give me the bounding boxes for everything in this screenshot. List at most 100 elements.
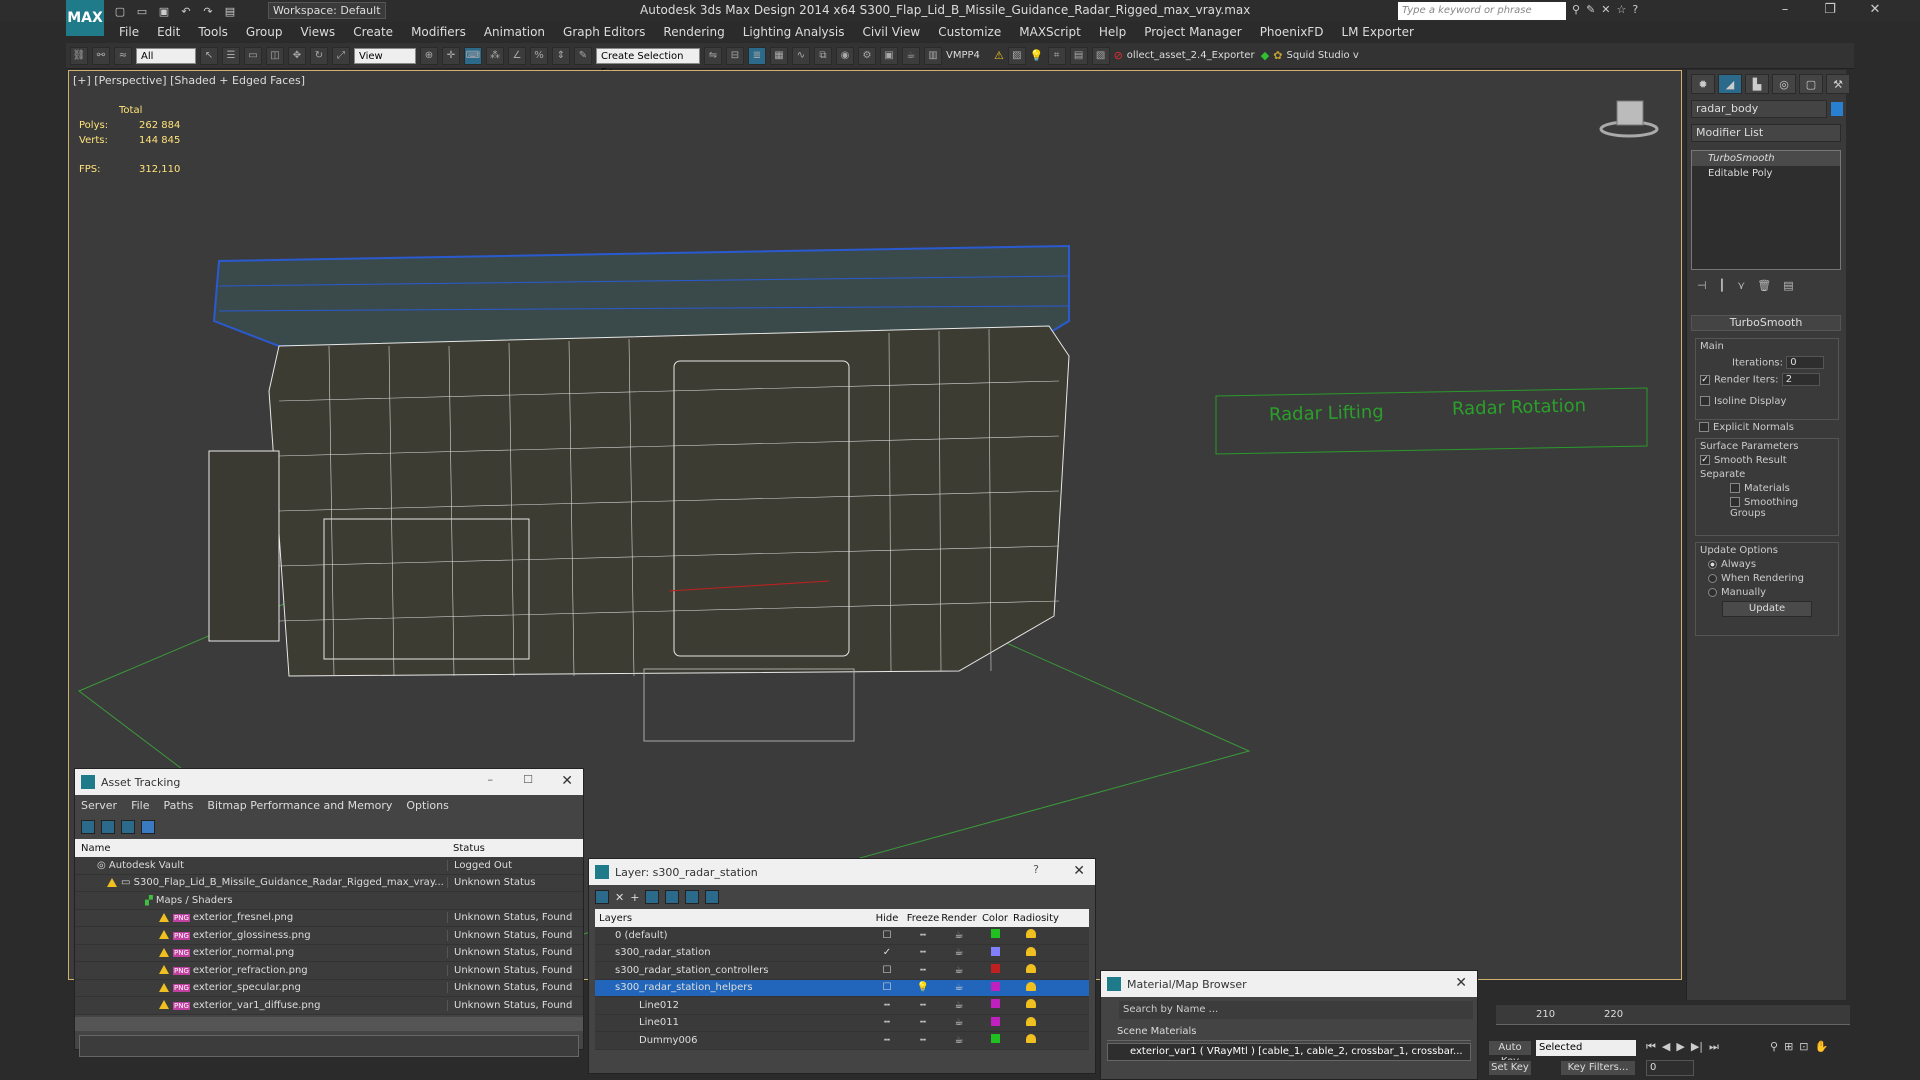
menu-paths[interactable]: Paths: [164, 799, 194, 812]
delete-layer-icon[interactable]: ✕: [615, 891, 624, 904]
scale-icon[interactable]: ⤢: [332, 46, 350, 65]
go-to-start-icon[interactable]: ⏮: [1646, 1040, 1656, 1054]
layer-row-selected[interactable]: s300_radar_station_helpers ☐ 💡 ☕: [595, 979, 1089, 997]
horizontal-scrollbar[interactable]: [75, 1016, 583, 1031]
menu-edit[interactable]: Edit: [148, 25, 189, 39]
table-view-icon[interactable]: [141, 820, 155, 834]
table-row[interactable]: PNG exterior_var1_diffuse.png Unknown Stat…: [75, 997, 583, 1015]
keyword-search-input[interactable]: Type a keyword or phrase: [1398, 2, 1566, 20]
table-row[interactable]: PNG exterior_glossiness.png Unknown Status…: [75, 927, 583, 945]
app-logo[interactable]: MAX: [66, 0, 104, 36]
layer-color-swatch[interactable]: [990, 946, 1000, 956]
layer-help-button[interactable]: ?: [1033, 863, 1039, 876]
close-window-button[interactable]: ✕: [1860, 2, 1890, 17]
menu-options[interactable]: Options: [406, 799, 448, 812]
plugin-tool-icon[interactable]: ▧: [1091, 46, 1110, 65]
menu-phoenixfd[interactable]: PhoenixFD: [1251, 25, 1333, 39]
link-icon[interactable]: ⛓: [70, 46, 88, 65]
dialog-minimize-button[interactable]: –: [488, 773, 494, 786]
table-row[interactable]: ▞ Maps / Shaders: [75, 892, 583, 910]
layer-close-button[interactable]: ✕: [1073, 863, 1085, 879]
layer-row[interactable]: s300_radar_station_controllers ☐ ┅ ☕: [595, 962, 1089, 980]
always-radio[interactable]: [1708, 559, 1717, 569]
turbosmooth-rollout-header[interactable]: TurboSmooth: [1691, 315, 1841, 331]
freeze-toggle[interactable]: ┅: [905, 930, 941, 941]
layer-color-swatch[interactable]: [990, 999, 1000, 1009]
tools-icon[interactable]: ✎: [1586, 3, 1595, 16]
menu-maxscript[interactable]: MAXScript: [1010, 25, 1090, 39]
render-toggle[interactable]: ☕: [941, 947, 977, 958]
render-toggle[interactable]: ☕: [941, 1035, 977, 1046]
menu-tools[interactable]: Tools: [189, 25, 237, 39]
layer-manager-icon[interactable]: ≣: [748, 46, 766, 65]
render-iters-checkbox[interactable]: ✓: [1700, 374, 1710, 385]
isoline-display-checkbox[interactable]: [1700, 396, 1710, 406]
render-production-icon[interactable]: ☕: [902, 46, 920, 65]
schematic-view-icon[interactable]: ⧉: [814, 46, 832, 65]
binoculars-icon[interactable]: ⚲: [1572, 3, 1580, 16]
select-by-name-icon[interactable]: ☰: [222, 46, 240, 65]
curve-editor-icon[interactable]: ∿: [792, 46, 810, 65]
new-file-icon[interactable]: ▢: [110, 2, 130, 20]
list-view-icon[interactable]: [101, 820, 115, 834]
layer-row[interactable]: Line012 ┅ ┅ ☕: [595, 997, 1089, 1015]
exchange-icon[interactable]: ✕: [1601, 3, 1610, 16]
minimize-button[interactable]: –: [1770, 2, 1800, 17]
layer-color-swatch[interactable]: [990, 964, 1000, 974]
edit-named-selection-icon[interactable]: ✎: [574, 46, 592, 65]
angle-snap-icon[interactable]: ∠: [508, 46, 526, 65]
set-key-button[interactable]: Set Key: [1488, 1060, 1532, 1076]
play-icon[interactable]: ▶: [1676, 1040, 1684, 1054]
radar-lifting-label[interactable]: Radar Lifting: [1269, 402, 1384, 426]
squid-studio-label[interactable]: Squid Studio v: [1286, 50, 1358, 61]
iterations-spinner[interactable]: 0: [1786, 356, 1825, 369]
percent-snap-icon[interactable]: %: [530, 46, 548, 65]
next-frame-icon[interactable]: ▶|: [1691, 1040, 1703, 1054]
material-browser-close-button[interactable]: ✕: [1455, 975, 1467, 991]
render-toggle[interactable]: ☕: [941, 1017, 977, 1028]
materials-checkbox[interactable]: [1730, 483, 1740, 493]
freeze-toggle[interactable]: ┅: [905, 965, 941, 976]
hierarchy-tab-icon[interactable]: ▙: [1745, 74, 1769, 94]
pan-icon[interactable]: ✋: [1815, 1040, 1829, 1053]
make-unique-icon[interactable]: ⋎: [1737, 279, 1745, 292]
table-row[interactable]: PNG exterior_normal.png Unknown Status, Fo…: [75, 944, 583, 962]
menu-server[interactable]: Server: [81, 799, 117, 812]
hide-toggle[interactable]: ☐: [869, 965, 905, 976]
zoom-icon[interactable]: ⚲: [1770, 1040, 1778, 1053]
create-layer-icon[interactable]: [595, 890, 609, 904]
layer-manager-titlebar[interactable]: Layer: s300_radar_station ? ✕: [589, 859, 1095, 885]
layer-row[interactable]: 0 (default) ☐ ┅ ☕: [595, 927, 1089, 945]
freeze-toggle[interactable]: ┅: [905, 1017, 941, 1028]
menu-file[interactable]: File: [110, 25, 148, 39]
exporter-icon[interactable]: ⊘: [1114, 49, 1123, 62]
when-rendering-radio[interactable]: [1708, 573, 1717, 583]
hide-toggle[interactable]: ┅: [869, 1017, 905, 1028]
render-toggle[interactable]: ☕: [941, 1000, 977, 1011]
col-name[interactable]: Name: [75, 843, 447, 854]
radiosity-icon[interactable]: [1026, 964, 1036, 974]
select-manipulate-icon[interactable]: ✛: [442, 46, 460, 65]
smoothing-groups-checkbox[interactable]: [1730, 497, 1740, 507]
create-tab-icon[interactable]: ✹: [1691, 74, 1715, 94]
radiosity-icon[interactable]: [1026, 929, 1036, 939]
plugin-diamond-icon[interactable]: ◆: [1261, 49, 1269, 62]
smooth-result-checkbox[interactable]: ✓: [1700, 455, 1710, 465]
dialog-maximize-button[interactable]: ☐: [523, 773, 533, 786]
timeline-ruler[interactable]: 210 220: [1496, 1005, 1850, 1025]
layer-color-swatch[interactable]: [990, 929, 1000, 939]
table-row[interactable]: PNG exterior_fresnel.png Unknown Status, F…: [75, 909, 583, 927]
asset-path-field[interactable]: [79, 1034, 579, 1057]
pivot-center-icon[interactable]: ⊕: [420, 46, 438, 65]
motion-tab-icon[interactable]: ◎: [1772, 74, 1796, 94]
select-object-icon[interactable]: ↖: [200, 46, 218, 65]
table-row[interactable]: ◎ Autodesk Vault Logged Out: [75, 857, 583, 875]
window-crossing-icon[interactable]: ◫: [266, 46, 284, 65]
hide-toggle[interactable]: ✓: [869, 947, 905, 958]
modifier-list-dropdown[interactable]: Modifier List: [1691, 124, 1841, 142]
scene-materials-section[interactable]: Scene Materials: [1107, 1023, 1471, 1041]
menu-modifiers[interactable]: Modifiers: [402, 25, 475, 39]
freeze-toggle[interactable]: 💡: [905, 982, 941, 993]
move-icon[interactable]: ✥: [288, 46, 306, 65]
menu-rendering[interactable]: Rendering: [654, 25, 733, 39]
